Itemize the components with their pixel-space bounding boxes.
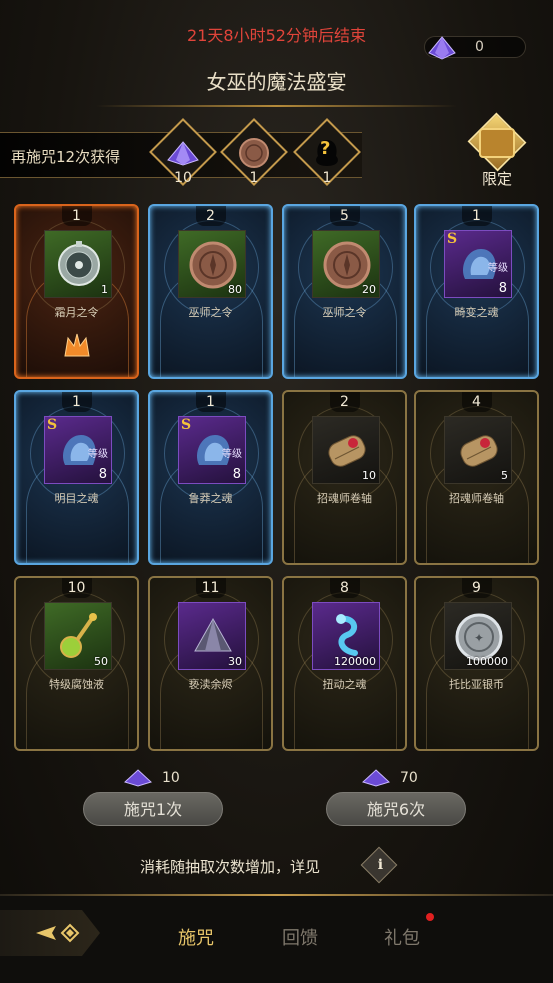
draw-count: 2 — [340, 394, 349, 410]
reward-card-bronze-coin[interactable]: 5 20 巫师之令 — [282, 204, 407, 379]
reward-card-scroll[interactable]: 2 10 招魂师卷轴 — [282, 390, 407, 565]
back-button[interactable] — [0, 910, 100, 956]
purple-gem-icon — [362, 769, 390, 791]
item-name: 巫师之令 — [322, 306, 367, 319]
tab-cast[interactable]: 施咒 — [178, 924, 214, 950]
limited-reward[interactable]: 限定 — [462, 112, 532, 190]
bonus-count: 1 — [249, 170, 259, 186]
item-slot: S 等级 8 — [44, 416, 112, 484]
item-slot: S 等级 8 — [178, 416, 246, 484]
item-quantity: 20 — [362, 283, 376, 296]
item-name: 霜月之令 — [54, 306, 99, 319]
cost-note: 消耗随抽取次数增加，详见 — [140, 858, 321, 876]
reward-card-soul[interactable]: 1 S 等级 8 明目之魂 — [14, 390, 139, 565]
purple-gem-icon — [124, 769, 152, 791]
bonus-item-gem[interactable]: 10 — [149, 118, 217, 186]
bonus-item-mystery[interactable]: ? 1 — [293, 118, 361, 186]
cast-6-button[interactable]: 施咒6次 — [326, 792, 466, 826]
info-icon[interactable]: i — [360, 846, 398, 884]
tab-gift-pack[interactable]: 礼包 — [384, 924, 420, 950]
item-slot: 50 — [44, 602, 112, 670]
reward-card-wisp[interactable]: 8 120000 扭动之魂 — [282, 576, 407, 751]
item-name: 托比亚银币 — [449, 678, 504, 691]
reward-card-potion[interactable]: 10 50 特级腐蚀液 — [14, 576, 139, 751]
item-quantity: 30 — [228, 655, 242, 668]
draw-count: 11 — [201, 580, 220, 596]
reward-card-bronze-coin[interactable]: 2 80 巫师之令 — [148, 204, 273, 379]
item-slot: 20 — [312, 230, 380, 298]
item-name: 招魂师卷轴 — [449, 492, 504, 505]
reward-card-silver-coin[interactable]: 9 ✦ 100000 托比亚银币 — [414, 576, 539, 751]
bonus-text: 再施咒12次获得 — [11, 148, 121, 166]
level-value: 8 — [98, 467, 107, 482]
item-quantity: 50 — [94, 655, 108, 668]
tab-feedback[interactable]: 回馈 — [282, 924, 318, 950]
bonus-count: 1 — [322, 170, 332, 186]
level-label: 等级 — [488, 263, 508, 274]
level-label: 等级 — [222, 449, 242, 460]
item-slot: 120000 — [312, 602, 380, 670]
draw-count: 5 — [340, 208, 349, 224]
draw-count: 1 — [72, 208, 81, 224]
reward-card-soul[interactable]: 1 S 等级 8 畸变之魂 — [414, 204, 539, 379]
level-value: 8 — [232, 467, 241, 482]
limited-label: 限定 — [481, 170, 512, 188]
reward-card-scroll[interactable]: 4 5 招魂师卷轴 — [414, 390, 539, 565]
bonus-item-coin[interactable]: 1 — [220, 118, 288, 186]
draw-count: 8 — [340, 580, 349, 596]
reward-card-soul[interactable]: 1 S 等级 8 鲁莽之魂 — [148, 390, 273, 565]
notification-dot — [426, 913, 434, 921]
back-arrow-icon — [36, 923, 80, 943]
item-name: 畸变之魂 — [454, 306, 499, 319]
currency-display: 0 — [424, 36, 526, 60]
item-quantity: 10 — [362, 469, 376, 482]
item-name: 扭动之魂 — [322, 678, 367, 691]
level-value: 8 — [498, 281, 507, 296]
draw-count: 2 — [206, 208, 215, 224]
currency-value: 0 — [475, 39, 484, 55]
draw-count: 1 — [472, 208, 481, 224]
item-slot: 30 — [178, 602, 246, 670]
svg-text:✦: ✦ — [474, 631, 484, 645]
purple-gem-icon — [164, 134, 202, 172]
purple-gem-icon — [427, 35, 457, 65]
draw-count: 1 — [206, 394, 215, 410]
item-slot: 80 — [178, 230, 246, 298]
item-slot: 1 — [44, 230, 112, 298]
item-slot: 5 — [444, 416, 512, 484]
mystery-icon: ? — [308, 134, 346, 172]
rank-badge: S — [447, 231, 458, 247]
item-name: 鲁莽之魂 — [188, 492, 233, 505]
reward-card-ember[interactable]: 11 30 亵渎余烬 — [148, 576, 273, 751]
page-title: 女巫的魔法盛宴 — [206, 70, 347, 94]
rank-badge: S — [181, 417, 192, 433]
item-quantity: 5 — [501, 469, 508, 482]
rank-badge: S — [47, 417, 58, 433]
item-quantity: 100000 — [466, 655, 508, 668]
cast-1-button[interactable]: 施咒1次 — [83, 792, 223, 826]
item-name: 亵渎余烬 — [188, 678, 233, 691]
reward-card-compass[interactable]: 1 1 霜月之令 — [14, 204, 139, 379]
draw-count: 9 — [472, 580, 481, 596]
chest-icon — [479, 128, 515, 158]
level-label: 等级 — [88, 449, 108, 460]
item-slot: ✦ 100000 — [444, 602, 512, 670]
item-quantity: 120000 — [334, 655, 376, 668]
item-slot: S 等级 8 — [444, 230, 512, 298]
draw-count: 4 — [472, 394, 481, 410]
item-name: 明目之魂 — [54, 492, 99, 505]
item-slot: 10 — [312, 416, 380, 484]
title-divider — [96, 105, 457, 107]
item-quantity: 1 — [101, 283, 108, 296]
crown-emblem-icon — [64, 333, 90, 357]
draw-count: 1 — [72, 394, 81, 410]
bronze-coin-icon — [235, 134, 273, 172]
item-name: 巫师之令 — [188, 306, 233, 319]
draw-count: 10 — [67, 580, 86, 596]
bonus-count: 10 — [174, 170, 192, 186]
item-quantity: 80 — [228, 283, 242, 296]
item-name: 特级腐蚀液 — [49, 678, 104, 691]
item-name: 招魂师卷轴 — [317, 492, 372, 505]
